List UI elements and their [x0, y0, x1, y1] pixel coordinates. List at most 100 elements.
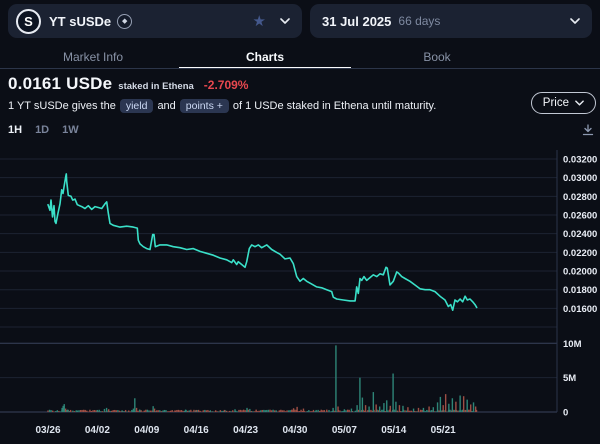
volume-noise-bar: [212, 411, 213, 412]
volume-noise-bar: [78, 410, 79, 412]
price-axis-label: 0.03000: [563, 173, 597, 184]
volume-bar: [139, 410, 140, 412]
volume-bar: [440, 397, 441, 412]
volume-bar: [466, 400, 467, 412]
x-axis-label: 05/07: [332, 425, 357, 436]
market-selector[interactable]: S YT sUSDe ◆ ★: [8, 4, 302, 38]
volume-noise-bar: [58, 411, 59, 412]
volume-noise-bar: [176, 410, 177, 412]
volume-noise-bar: [119, 411, 120, 412]
volume-noise-bar: [311, 411, 312, 412]
volume-bar: [332, 408, 333, 412]
volume-noise-bar: [321, 410, 322, 412]
volume-noise-bar: [355, 411, 356, 412]
tab-book[interactable]: Book: [351, 44, 523, 68]
interval-1h-button[interactable]: 1H: [8, 124, 22, 136]
volume-noise-bar: [317, 410, 318, 412]
volume-noise-bar: [294, 410, 295, 412]
volume-bar: [383, 403, 384, 412]
maturity-selector[interactable]: 31 Jul 2025 66 days: [310, 4, 592, 38]
volume-noise-bar: [248, 410, 249, 412]
x-axis-label: 05/14: [381, 425, 406, 436]
tab-market-info[interactable]: Market Info: [7, 44, 179, 68]
volume-bar: [386, 400, 387, 412]
volume-noise-bar: [178, 410, 179, 412]
download-icon: [581, 123, 595, 137]
volume-noise-bar: [238, 410, 239, 412]
volume-bar: [152, 406, 153, 412]
volume-noise-bar: [322, 410, 323, 412]
volume-bar: [428, 407, 429, 412]
volume-noise-bar: [237, 411, 238, 412]
volume-bar: [356, 405, 357, 412]
volume-bar: [399, 405, 400, 412]
price-summary: 0.0161 USDe staked in Ethena -2.709%: [8, 74, 248, 94]
volume-noise-bar: [77, 411, 78, 412]
volume-noise-bar: [268, 410, 269, 412]
volume-noise-bar: [47, 410, 48, 412]
interval-1w-button[interactable]: 1W: [62, 124, 79, 136]
description-middle: and: [157, 100, 175, 112]
volume-bar: [344, 409, 345, 412]
volume-bar: [402, 406, 403, 412]
volume-noise-bar: [404, 410, 405, 412]
volume-noise-bar: [111, 411, 112, 412]
volume-bar: [296, 407, 297, 412]
volume-bar: [65, 409, 66, 412]
volume-noise-bar: [131, 410, 132, 412]
favorite-star-icon[interactable]: ★: [253, 14, 266, 29]
volume-bar: [86, 411, 87, 412]
volume-bar: [303, 409, 304, 412]
volume-noise-bar: [50, 410, 51, 412]
volume-noise-bar: [140, 410, 141, 412]
price-change-percent: -2.709%: [204, 78, 249, 92]
metric-selector-label: Price: [543, 97, 569, 109]
volume-noise-bar: [230, 411, 231, 412]
description-suffix: of 1 USDe staked in Ethena until maturit…: [233, 100, 436, 112]
description-prefix: 1 YT sUSDe gives the: [8, 100, 116, 112]
volume-noise-bar: [114, 410, 115, 412]
metric-selector-button[interactable]: Price: [531, 92, 596, 114]
tab-divider: [0, 68, 600, 69]
volume-noise-bar: [170, 411, 171, 412]
volume-noise-bar: [313, 410, 314, 412]
volume-noise-bar: [348, 410, 349, 412]
volume-noise-bar: [358, 410, 359, 412]
volume-noise-bar: [198, 410, 199, 412]
volume-bar: [365, 405, 366, 412]
volume-noise-bar: [288, 410, 289, 412]
volume-bar: [470, 404, 471, 412]
volume-noise-bar: [457, 411, 458, 412]
yield-badge[interactable]: yield: [120, 99, 154, 113]
volume-noise-bar: [182, 411, 183, 412]
volume-noise-bar: [276, 410, 277, 412]
volume-bar: [459, 396, 460, 412]
volume-noise-bar: [100, 411, 101, 412]
volume-axis-label: 10M: [563, 339, 582, 350]
volume-noise-bar: [397, 411, 398, 412]
volume-noise-bar: [258, 411, 259, 412]
volume-noise-bar: [83, 410, 84, 412]
volume-noise-bar: [95, 410, 96, 412]
volume-noise-bar: [449, 410, 450, 412]
download-chart-button[interactable]: [581, 123, 595, 142]
volume-noise-bar: [330, 411, 331, 412]
volume-noise-bar: [221, 411, 222, 412]
volume-noise-bar: [117, 410, 118, 412]
volume-noise-bar: [300, 410, 301, 412]
volume-noise-bar: [229, 411, 230, 412]
volume-noise-bar: [81, 410, 82, 412]
volume-noise-bar: [165, 410, 166, 412]
volume-bar: [437, 402, 438, 412]
volume-noise-bar: [387, 410, 388, 412]
volume-noise-bar: [415, 411, 416, 412]
points-badge[interactable]: points +: [180, 99, 229, 113]
volume-noise-bar: [89, 410, 90, 412]
volume-noise-bar: [285, 411, 286, 412]
price-chart[interactable]: 0.032000.030000.028000.026000.024000.022…: [0, 146, 600, 444]
tab-charts[interactable]: Charts: [179, 44, 351, 68]
interval-1d-button[interactable]: 1D: [35, 124, 49, 136]
volume-bar: [337, 407, 338, 412]
volume-noise-bar: [168, 411, 169, 412]
price-axis-label: 0.02800: [563, 192, 597, 203]
